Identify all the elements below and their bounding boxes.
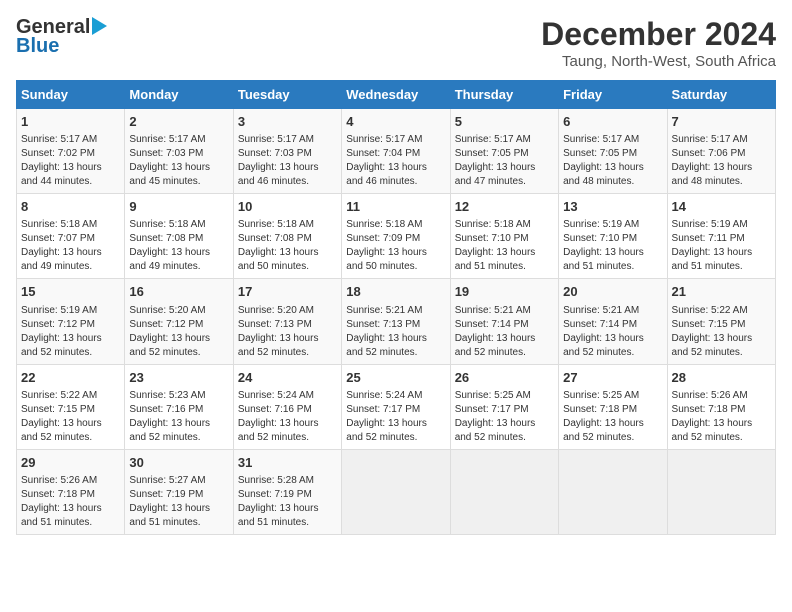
- table-row: 27Sunrise: 5:25 AM Sunset: 7:18 PM Dayli…: [559, 364, 667, 449]
- calendar-header-row: Sunday Monday Tuesday Wednesday Thursday…: [17, 81, 776, 109]
- table-row: 26Sunrise: 5:25 AM Sunset: 7:17 PM Dayli…: [450, 364, 558, 449]
- col-sunday: Sunday: [17, 81, 125, 109]
- col-monday: Monday: [125, 81, 233, 109]
- table-row: 15Sunrise: 5:19 AM Sunset: 7:12 PM Dayli…: [17, 279, 125, 364]
- table-row: 29Sunrise: 5:26 AM Sunset: 7:18 PM Dayli…: [17, 449, 125, 534]
- table-row: 16Sunrise: 5:20 AM Sunset: 7:12 PM Dayli…: [125, 279, 233, 364]
- table-row: 14Sunrise: 5:19 AM Sunset: 7:11 PM Dayli…: [667, 194, 775, 279]
- table-row: 20Sunrise: 5:21 AM Sunset: 7:14 PM Dayli…: [559, 279, 667, 364]
- table-row: 13Sunrise: 5:19 AM Sunset: 7:10 PM Dayli…: [559, 194, 667, 279]
- table-row: 22Sunrise: 5:22 AM Sunset: 7:15 PM Dayli…: [17, 364, 125, 449]
- col-saturday: Saturday: [667, 81, 775, 109]
- col-wednesday: Wednesday: [342, 81, 450, 109]
- table-row: 1Sunrise: 5:17 AM Sunset: 7:02 PM Daylig…: [17, 109, 125, 194]
- table-row: 4Sunrise: 5:17 AM Sunset: 7:04 PM Daylig…: [342, 109, 450, 194]
- logo-blue: Blue: [16, 35, 59, 57]
- calendar-week-5: 29Sunrise: 5:26 AM Sunset: 7:18 PM Dayli…: [17, 449, 776, 534]
- table-row: [342, 449, 450, 534]
- table-row: 23Sunrise: 5:23 AM Sunset: 7:16 PM Dayli…: [125, 364, 233, 449]
- calendar-week-3: 15Sunrise: 5:19 AM Sunset: 7:12 PM Dayli…: [17, 279, 776, 364]
- title-block: December 2024 Taung, North-West, South A…: [541, 16, 776, 70]
- logo: General Blue: [16, 16, 107, 58]
- table-row: 31Sunrise: 5:28 AM Sunset: 7:19 PM Dayli…: [233, 449, 341, 534]
- table-row: [559, 449, 667, 534]
- table-row: [667, 449, 775, 534]
- page-subtitle: Taung, North-West, South Africa: [541, 53, 776, 70]
- col-tuesday: Tuesday: [233, 81, 341, 109]
- table-row: 6Sunrise: 5:17 AM Sunset: 7:05 PM Daylig…: [559, 109, 667, 194]
- table-row: 25Sunrise: 5:24 AM Sunset: 7:17 PM Dayli…: [342, 364, 450, 449]
- col-thursday: Thursday: [450, 81, 558, 109]
- logo-arrow-icon: [92, 17, 107, 35]
- table-row: 19Sunrise: 5:21 AM Sunset: 7:14 PM Dayli…: [450, 279, 558, 364]
- table-row: 3Sunrise: 5:17 AM Sunset: 7:03 PM Daylig…: [233, 109, 341, 194]
- calendar-table: Sunday Monday Tuesday Wednesday Thursday…: [16, 80, 776, 535]
- page-title: December 2024: [541, 16, 776, 53]
- table-row: 5Sunrise: 5:17 AM Sunset: 7:05 PM Daylig…: [450, 109, 558, 194]
- table-row: 21Sunrise: 5:22 AM Sunset: 7:15 PM Dayli…: [667, 279, 775, 364]
- table-row: 18Sunrise: 5:21 AM Sunset: 7:13 PM Dayli…: [342, 279, 450, 364]
- col-friday: Friday: [559, 81, 667, 109]
- calendar-week-2: 8Sunrise: 5:18 AM Sunset: 7:07 PM Daylig…: [17, 194, 776, 279]
- page-header: General Blue December 2024 Taung, North-…: [16, 16, 776, 70]
- table-row: 2Sunrise: 5:17 AM Sunset: 7:03 PM Daylig…: [125, 109, 233, 194]
- table-row: 12Sunrise: 5:18 AM Sunset: 7:10 PM Dayli…: [450, 194, 558, 279]
- calendar-week-1: 1Sunrise: 5:17 AM Sunset: 7:02 PM Daylig…: [17, 109, 776, 194]
- table-row: 7Sunrise: 5:17 AM Sunset: 7:06 PM Daylig…: [667, 109, 775, 194]
- table-row: 8Sunrise: 5:18 AM Sunset: 7:07 PM Daylig…: [17, 194, 125, 279]
- table-row: 28Sunrise: 5:26 AM Sunset: 7:18 PM Dayli…: [667, 364, 775, 449]
- table-row: 24Sunrise: 5:24 AM Sunset: 7:16 PM Dayli…: [233, 364, 341, 449]
- table-row: 11Sunrise: 5:18 AM Sunset: 7:09 PM Dayli…: [342, 194, 450, 279]
- table-row: 10Sunrise: 5:18 AM Sunset: 7:08 PM Dayli…: [233, 194, 341, 279]
- calendar-week-4: 22Sunrise: 5:22 AM Sunset: 7:15 PM Dayli…: [17, 364, 776, 449]
- table-row: 30Sunrise: 5:27 AM Sunset: 7:19 PM Dayli…: [125, 449, 233, 534]
- table-row: 9Sunrise: 5:18 AM Sunset: 7:08 PM Daylig…: [125, 194, 233, 279]
- table-row: [450, 449, 558, 534]
- table-row: 17Sunrise: 5:20 AM Sunset: 7:13 PM Dayli…: [233, 279, 341, 364]
